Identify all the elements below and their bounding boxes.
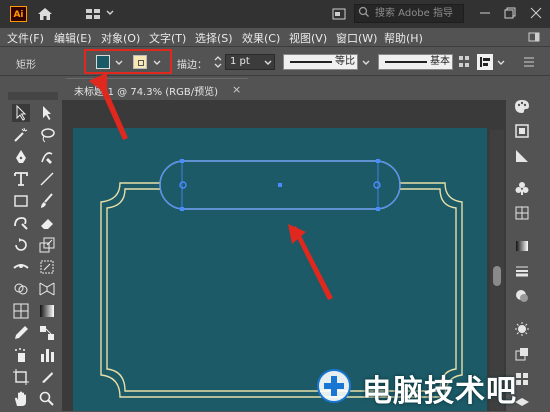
curvature-tool-icon[interactable] xyxy=(38,148,56,166)
blend-tool-icon[interactable] xyxy=(38,324,56,342)
tab-close-icon[interactable]: × xyxy=(232,83,241,96)
stroke-panel-icon[interactable] xyxy=(514,263,530,279)
home-icon[interactable] xyxy=(36,5,54,23)
arrange-documents-icon[interactable] xyxy=(330,5,348,23)
menu-edit[interactable]: 编辑(E) xyxy=(54,30,92,46)
menu-lines-icon[interactable] xyxy=(522,55,536,69)
hand-tool-icon[interactable] xyxy=(12,390,30,408)
watermark-logo xyxy=(317,369,351,403)
menu-help[interactable]: 帮助(H) xyxy=(384,30,423,46)
panel-toggle-icon[interactable] xyxy=(528,31,540,43)
watermark-text: 电脑技术吧 xyxy=(362,374,517,409)
menu-object[interactable]: 对象(O) xyxy=(101,30,140,46)
brushes-icon[interactable] xyxy=(514,321,530,337)
title-bar: Ai 搜索 Adobe 指导 xyxy=(0,0,550,28)
symbols-icon[interactable] xyxy=(514,180,530,196)
menu-window[interactable]: 窗口(W) xyxy=(336,30,377,46)
brush-label: 基本 xyxy=(430,56,450,67)
document-tab-title: 未标题-1 @ 74.3% (RGB/预览) xyxy=(74,87,219,98)
chevron-down-icon[interactable] xyxy=(105,8,115,18)
free-transform-tool-icon[interactable] xyxy=(38,258,56,276)
pen-tool-icon[interactable] xyxy=(12,148,30,166)
menu-bar: 文件(F) 编辑(E) 对象(O) 文字(T) 选择(S) 效果(C) 视图(V… xyxy=(0,28,550,46)
control-bar: 矩形 描边： 1 pt 等比 基本 xyxy=(0,46,550,76)
menu-select[interactable]: 选择(S) xyxy=(195,30,233,46)
profile-label: 等比 xyxy=(335,56,355,67)
color-palette-icon[interactable] xyxy=(514,98,530,114)
shape-builder-tool-icon[interactable] xyxy=(12,280,30,298)
perspective-grid-tool-icon[interactable] xyxy=(38,280,56,298)
workspace-layout-icon[interactable] xyxy=(84,5,102,23)
gradient-tool-icon[interactable] xyxy=(38,302,56,320)
variable-width-profile[interactable]: 等比 xyxy=(283,54,358,70)
selection-type-label: 矩形 xyxy=(16,60,36,71)
close-icon[interactable] xyxy=(529,6,543,20)
tools-panel xyxy=(6,100,62,411)
asset-export-icon[interactable] xyxy=(514,346,530,362)
stroke-weight-spinner[interactable] xyxy=(212,53,224,71)
app-logo: Ai xyxy=(10,6,27,22)
shaper-tool-icon[interactable] xyxy=(12,214,30,232)
stroke-label: 描边： xyxy=(177,60,207,71)
width-tool-icon[interactable] xyxy=(12,258,30,276)
document-tab[interactable]: 未标题-1 @ 74.3% (RGB/预览) × xyxy=(66,78,248,100)
gradient-panel-icon[interactable] xyxy=(514,148,530,164)
direct-selection-tool-icon[interactable] xyxy=(38,104,56,122)
scale-tool-icon[interactable] xyxy=(38,236,56,254)
profile-dropdown-icon[interactable] xyxy=(361,56,371,68)
menu-view[interactable]: 视图(V) xyxy=(289,30,327,46)
menu-type[interactable]: 文字(T) xyxy=(149,30,186,46)
menu-effect[interactable]: 效果(C) xyxy=(242,30,280,46)
brush-options-icon[interactable] xyxy=(458,55,470,69)
graphic-styles-icon[interactable] xyxy=(514,205,530,221)
align-icon[interactable] xyxy=(476,53,494,71)
eraser-tool-icon[interactable] xyxy=(38,214,56,232)
restore-icon[interactable] xyxy=(503,6,517,20)
mesh-tool-icon[interactable] xyxy=(12,302,30,320)
magic-wand-tool-icon[interactable] xyxy=(12,126,30,144)
appearance-icon[interactable] xyxy=(514,288,530,304)
stroke-weight-dropdown-icon[interactable] xyxy=(263,56,273,68)
rotate-tool-icon[interactable] xyxy=(12,236,30,254)
search-icon xyxy=(358,6,369,17)
lasso-tool-icon[interactable] xyxy=(38,126,56,144)
column-graph-tool-icon[interactable] xyxy=(38,346,56,364)
eyedropper-tool-icon[interactable] xyxy=(12,324,30,342)
brush-definition[interactable]: 基本 xyxy=(378,54,453,70)
type-tool-icon[interactable] xyxy=(12,170,30,188)
annotation-highlight-box xyxy=(84,49,172,74)
line-segment-tool-icon[interactable] xyxy=(38,170,56,188)
paintbrush-tool-icon[interactable] xyxy=(38,192,56,210)
panel-dock xyxy=(508,78,550,411)
selection-tool-icon[interactable] xyxy=(12,104,30,122)
slice-tool-icon[interactable] xyxy=(38,368,56,386)
transparency-icon[interactable] xyxy=(514,238,530,254)
menu-file[interactable]: 文件(F) xyxy=(7,30,44,46)
toolbar-grip[interactable] xyxy=(8,92,58,100)
rectangle-tool-icon[interactable] xyxy=(12,192,30,210)
zoom-tool-icon[interactable] xyxy=(38,390,56,408)
artboard-tool-icon[interactable] xyxy=(12,368,30,386)
minimize-icon[interactable] xyxy=(478,6,492,20)
symbol-sprayer-tool-icon[interactable] xyxy=(12,346,30,364)
scrollbar-thumb[interactable] xyxy=(493,266,501,286)
swatches-icon[interactable] xyxy=(514,123,530,139)
align-dropdown-icon[interactable] xyxy=(496,56,506,68)
